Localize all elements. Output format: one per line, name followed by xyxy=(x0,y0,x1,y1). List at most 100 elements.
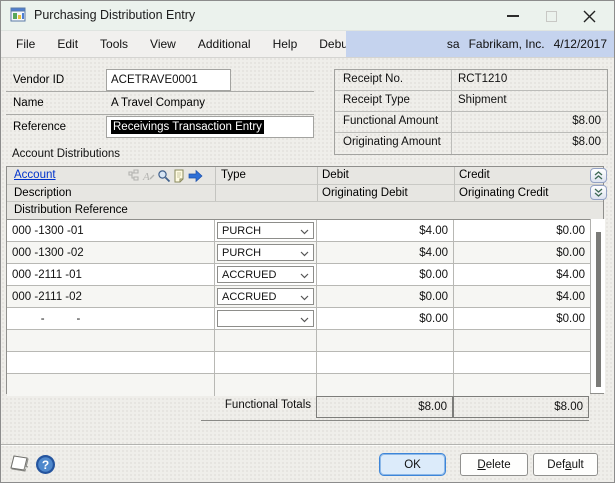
debit-cell[interactable] xyxy=(317,330,454,351)
receipt-type-value: Shipment xyxy=(458,94,507,106)
vendor-name-value: A Travel Company xyxy=(111,97,205,109)
minimize-button[interactable] xyxy=(494,2,532,30)
lookup-icon[interactable] xyxy=(157,169,171,183)
double-chevron-down-icon xyxy=(594,188,603,197)
chevron-down-icon xyxy=(300,317,309,323)
distribution-row-empty xyxy=(7,352,590,374)
credit-cell[interactable] xyxy=(454,374,590,396)
account-cell[interactable]: - - xyxy=(7,308,215,329)
receipt-type-row: Receipt Type Shipment xyxy=(335,91,607,112)
debit-cell[interactable]: $4.00 xyxy=(317,220,454,241)
account-column-link[interactable]: Account xyxy=(14,169,56,181)
type-dropdown[interactable]: ACCRUED xyxy=(217,288,314,305)
delete-button[interactable]: Delete xyxy=(460,453,528,476)
credit-cell[interactable]: $0.00 xyxy=(454,308,590,329)
scrollbar-thumb[interactable] xyxy=(596,232,601,387)
credit-cell[interactable]: $4.00 xyxy=(454,286,590,307)
default-button[interactable]: Default xyxy=(533,453,598,476)
debit-cell[interactable]: $0.00 xyxy=(317,308,454,329)
context-bar: sa Fabrikam, Inc. 4/12/2017 xyxy=(346,31,614,57)
divider xyxy=(6,91,314,92)
totals-underline xyxy=(201,420,589,421)
type-column-header: Type xyxy=(221,169,246,181)
credit-cell[interactable]: $0.00 xyxy=(454,220,590,241)
chevron-down-icon xyxy=(300,273,309,279)
maximize-button[interactable] xyxy=(532,2,570,30)
titlebar: Purchasing Distribution Entry xyxy=(1,1,614,31)
close-icon xyxy=(583,10,595,22)
user-date[interactable]: 4/12/2017 xyxy=(554,37,607,51)
type-cell: PURCH xyxy=(215,220,317,241)
description-column-header: Description xyxy=(14,187,72,199)
receipt-no-value: RCT1210 xyxy=(458,73,508,85)
type-dropdown[interactable]: PURCH xyxy=(217,244,314,261)
credit-cell[interactable]: $4.00 xyxy=(454,264,590,285)
credit-cell[interactable] xyxy=(454,330,590,351)
close-button[interactable] xyxy=(570,2,608,30)
company-name[interactable]: Fabrikam, Inc. xyxy=(469,37,545,51)
expand-arrow-icon[interactable] xyxy=(188,169,203,183)
account-cell[interactable] xyxy=(7,330,215,351)
credit-cell[interactable] xyxy=(454,352,590,373)
receipt-type-label: Receipt Type xyxy=(335,91,452,111)
section-title: Account Distributions xyxy=(12,148,121,160)
type-cell: ACCRUED xyxy=(215,286,317,307)
distribution-row: 000 -1300 -01 PURCH $4.00 $0.00 xyxy=(7,220,590,242)
purchasing-distribution-entry-window: Purchasing Distribution Entry File Edit … xyxy=(0,0,615,483)
credit-cell[interactable]: $0.00 xyxy=(454,242,590,263)
help-button[interactable]: ? xyxy=(35,454,56,480)
menu-additional[interactable]: Additional xyxy=(187,31,262,57)
functional-totals-label: Functional Totals xyxy=(224,399,311,411)
svg-text:A: A xyxy=(142,171,150,182)
type-cell: ACCRUED xyxy=(215,264,317,285)
edit-account-icon[interactable]: A xyxy=(142,169,155,182)
scroll-down-button[interactable] xyxy=(590,185,607,200)
debit-cell[interactable]: $0.00 xyxy=(317,286,454,307)
account-hierarchy-icon[interactable] xyxy=(127,169,140,182)
account-cell[interactable]: 000 -1300 -02 xyxy=(7,242,215,263)
account-toolbar: A xyxy=(127,167,203,184)
menu-edit[interactable]: Edit xyxy=(46,31,89,57)
reference-value-selected: Receivings Transaction Entry xyxy=(111,120,264,134)
menu-file[interactable]: File xyxy=(5,31,46,57)
type-dropdown[interactable]: PURCH xyxy=(217,222,314,239)
notes-button[interactable] xyxy=(9,453,33,482)
distribution-row: 000 -1300 -02 PURCH $4.00 $0.00 xyxy=(7,242,590,264)
account-cell[interactable] xyxy=(7,352,215,373)
debit-cell[interactable]: $4.00 xyxy=(317,242,454,263)
scroll-up-button[interactable] xyxy=(590,168,607,183)
type-dropdown[interactable]: ACCRUED xyxy=(217,266,314,283)
menu-tools[interactable]: Tools xyxy=(89,31,139,57)
account-cell[interactable]: 000 -2111 -01 xyxy=(7,264,215,285)
chevron-down-icon xyxy=(300,229,309,235)
current-user[interactable]: sa xyxy=(447,37,460,51)
distribution-row-new: - - $0.00 $0.00 xyxy=(7,308,590,330)
reference-field[interactable]: Receivings Transaction Entry xyxy=(106,116,314,138)
type-cell xyxy=(215,330,317,351)
functional-amount-label: Functional Amount xyxy=(335,112,452,132)
functional-total-credit: $8.00 xyxy=(453,396,589,418)
receipt-no-label: Receipt No. xyxy=(335,70,452,90)
account-cell[interactable] xyxy=(7,374,215,396)
note-icon[interactable] xyxy=(173,169,186,183)
menu-view[interactable]: View xyxy=(139,31,187,57)
vendor-id-field[interactable]: ACETRAVE0001 xyxy=(106,69,231,91)
debit-cell[interactable] xyxy=(317,352,454,373)
distribution-row-empty xyxy=(7,330,590,352)
debit-cell[interactable] xyxy=(317,374,454,396)
grid-scrollbar[interactable] xyxy=(590,219,605,393)
ok-button[interactable]: OK xyxy=(379,453,446,476)
menu-help[interactable]: Help xyxy=(262,31,309,57)
originating-amount-value: $8.00 xyxy=(572,136,601,148)
notepad-icon xyxy=(10,455,29,472)
type-dropdown[interactable] xyxy=(217,310,314,327)
distribution-grid: Account A Type Debit Credit Description … xyxy=(6,166,607,396)
credit-column-header: Credit xyxy=(459,169,490,181)
debit-cell[interactable]: $0.00 xyxy=(317,264,454,285)
window-controls xyxy=(494,1,608,31)
account-cell[interactable]: 000 -2111 -02 xyxy=(7,286,215,307)
debit-column-header: Debit xyxy=(322,169,349,181)
account-cell[interactable]: 000 -1300 -01 xyxy=(7,220,215,241)
svg-text:?: ? xyxy=(42,458,49,472)
divider xyxy=(6,114,314,115)
